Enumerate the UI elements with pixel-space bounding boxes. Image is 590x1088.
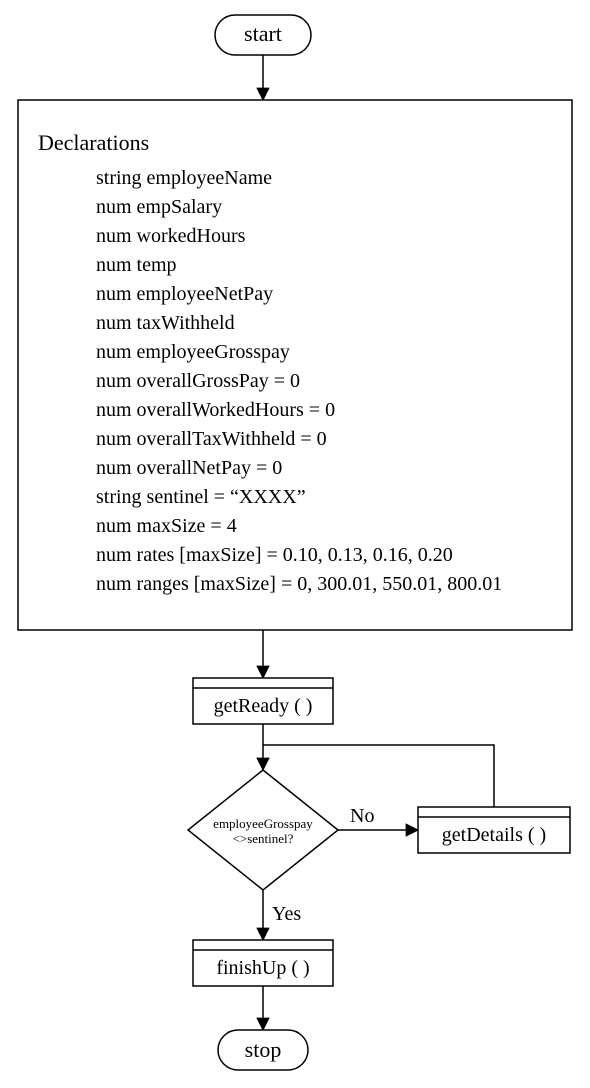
edge-yes-label: Yes xyxy=(272,903,301,925)
node-getdetails: getDetails ( ) xyxy=(418,807,570,853)
node-decision: employeeGrosspay <>sentinel? xyxy=(188,770,338,890)
stop-label: stop xyxy=(245,1037,282,1062)
decl-line: num employeeNetPay xyxy=(96,283,273,305)
decision-line1: employeeGrosspay xyxy=(213,816,313,831)
decl-line: num employeeGrosspay xyxy=(96,341,290,363)
decision-line2: <>sentinel? xyxy=(233,831,294,846)
declarations-title: Declarations xyxy=(38,130,149,155)
node-declarations: Declarations string employeeName num emp… xyxy=(18,100,572,630)
decl-line: num overallNetPay = 0 xyxy=(96,457,282,479)
decl-line: num overallGrossPay = 0 xyxy=(96,370,300,392)
decl-line: string sentinel = “XXXX” xyxy=(96,486,306,508)
node-getready: getReady ( ) xyxy=(193,678,333,724)
decl-line: num ranges [maxSize] = 0, 300.01, 550.01… xyxy=(96,573,502,595)
decl-line: num rates [maxSize] = 0.10, 0.13, 0.16, … xyxy=(96,544,453,566)
decl-line: string employeeName xyxy=(96,167,272,189)
node-start: start xyxy=(215,15,311,55)
decl-line: num workedHours xyxy=(96,225,246,247)
getready-label: getReady ( ) xyxy=(214,695,313,717)
decl-line: num overallTaxWithheld = 0 xyxy=(96,428,327,450)
start-label: start xyxy=(244,21,282,46)
decl-line: num maxSize = 4 xyxy=(96,515,237,537)
node-stop: stop xyxy=(218,1030,308,1070)
finishup-label: finishUp ( ) xyxy=(216,957,309,979)
flowchart-canvas: start Declarations string employeeName n… xyxy=(0,0,590,1088)
decl-line: num overallWorkedHours = 0 xyxy=(96,399,335,421)
node-finishup: finishUp ( ) xyxy=(193,940,333,986)
decl-line: num empSalary xyxy=(96,196,222,218)
edge-no-label: No xyxy=(350,805,374,827)
decl-line: num temp xyxy=(96,254,177,276)
getdetails-label: getDetails ( ) xyxy=(442,824,546,846)
decl-line: num taxWithheld xyxy=(96,312,235,334)
